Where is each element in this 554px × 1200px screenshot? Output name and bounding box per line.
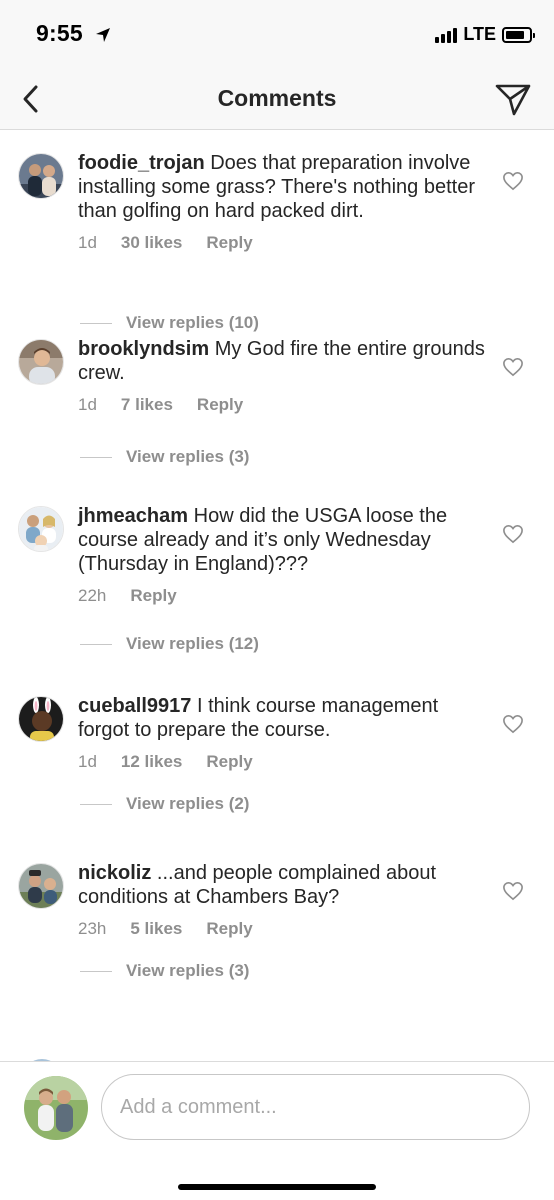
avatar-photo — [19, 340, 63, 384]
heart-icon[interactable] — [502, 714, 524, 734]
view-replies-button[interactable]: View replies (3) — [80, 447, 249, 467]
home-indicator — [178, 1184, 376, 1190]
comment-text-block: jhmeacham How did the USGA loose the cou… — [78, 504, 494, 576]
divider-line — [80, 803, 112, 805]
avatar[interactable] — [18, 863, 64, 909]
comment-meta: 1d 12 likes Reply — [78, 752, 494, 772]
avatar-photo — [19, 697, 63, 741]
heart-icon[interactable] — [502, 524, 524, 544]
comment-text-block: cueball9917 I think course management fo… — [78, 694, 494, 742]
comment-username[interactable]: brooklyndsim — [78, 338, 209, 360]
comment-time: 1d — [78, 395, 97, 414]
comment-likes[interactable]: 7 likes — [121, 395, 173, 415]
heart-icon[interactable] — [502, 357, 524, 377]
avatar[interactable] — [18, 696, 64, 742]
comment-likes[interactable]: 12 likes — [121, 752, 182, 772]
page-title: Comments — [217, 85, 337, 111]
comment-time: 22h — [78, 586, 107, 605]
comment-username[interactable]: nickoliz — [78, 862, 151, 884]
comment-meta: 23h 5 likes Reply — [78, 919, 494, 939]
comments-list: foodie_trojan Does that preparation invo… — [0, 131, 554, 1061]
view-replies-label: View replies (12) — [126, 634, 259, 653]
reply-button[interactable]: Reply — [206, 233, 252, 253]
avatar[interactable] — [18, 339, 64, 385]
comment-time: 1d — [78, 233, 97, 252]
avatar[interactable] — [18, 506, 64, 552]
view-replies-button[interactable]: View replies (12) — [80, 634, 259, 654]
view-replies-button[interactable]: View replies (2) — [80, 794, 249, 814]
location-arrow-icon — [96, 27, 111, 42]
clock-text: 9:55 — [36, 20, 83, 46]
comment-meta: 1d 30 likes Reply — [78, 233, 494, 253]
comment-item: brooklyndsim My God fire the entire grou… — [0, 317, 554, 484]
comment-time: 1d — [78, 752, 97, 771]
comment-meta: 1d 7 likes Reply — [78, 395, 494, 415]
view-replies-label: View replies (3) — [126, 447, 250, 466]
comment-text-block: foodie_trojan Does that preparation invo… — [78, 151, 494, 223]
view-replies-label: View replies (3) — [126, 961, 250, 980]
nav-bar: Comments — [0, 68, 554, 130]
battery-icon — [502, 26, 535, 43]
comment-input[interactable] — [101, 1074, 530, 1140]
reply-button[interactable]: Reply — [197, 395, 243, 415]
avatar-photo — [19, 864, 63, 908]
comment-time: 23h — [78, 919, 107, 938]
divider-line — [80, 643, 112, 645]
reply-button[interactable]: Reply — [130, 586, 176, 606]
comment-item: foodie_trojan Does that preparation invo… — [0, 131, 554, 332]
comment-item: jhmeacham How did the USGA loose the cou… — [0, 484, 554, 674]
avatar-photo — [19, 154, 63, 198]
comment-composer — [0, 1061, 554, 1200]
comment-text-block: brooklyndsim My God fire the entire grou… — [78, 337, 494, 385]
comment-username[interactable]: cueball9917 — [78, 695, 191, 717]
comment-item: nickoliz ...and people complained about … — [0, 841, 554, 1061]
network-label: LTE — [463, 24, 496, 44]
avatar-photo — [19, 507, 63, 551]
comment-username[interactable]: foodie_trojan — [78, 152, 205, 174]
view-replies-button[interactable]: View replies (3) — [80, 961, 249, 981]
comments-screen: 9:55 LTE Comments foodie_trojan Does tha… — [0, 0, 554, 1200]
comment-likes[interactable]: 30 likes — [121, 233, 182, 253]
reply-button[interactable]: Reply — [206, 919, 252, 939]
current-user-avatar — [24, 1076, 88, 1140]
paper-plane-icon[interactable] — [494, 80, 532, 118]
comment-text-block: nickoliz ...and people complained about … — [78, 861, 494, 909]
status-bar: 9:55 LTE — [0, 0, 554, 68]
divider-line — [80, 970, 112, 972]
comment-meta: 22h Reply — [78, 586, 494, 606]
status-indicators: LTE — [435, 24, 535, 45]
comment-item: cueball9917 I think course management fo… — [0, 674, 554, 841]
comment-likes[interactable]: 5 likes — [130, 919, 182, 939]
reply-button[interactable]: Reply — [206, 752, 252, 772]
divider-line — [80, 456, 112, 458]
comment-username[interactable]: jhmeacham — [78, 505, 188, 527]
avatar[interactable] — [18, 153, 64, 199]
status-time: 9:55 — [36, 20, 111, 47]
view-replies-label: View replies (2) — [126, 794, 250, 813]
heart-icon[interactable] — [502, 881, 524, 901]
avatar-photo — [24, 1076, 88, 1140]
signal-bars-icon — [435, 27, 458, 43]
heart-icon[interactable] — [502, 171, 524, 191]
